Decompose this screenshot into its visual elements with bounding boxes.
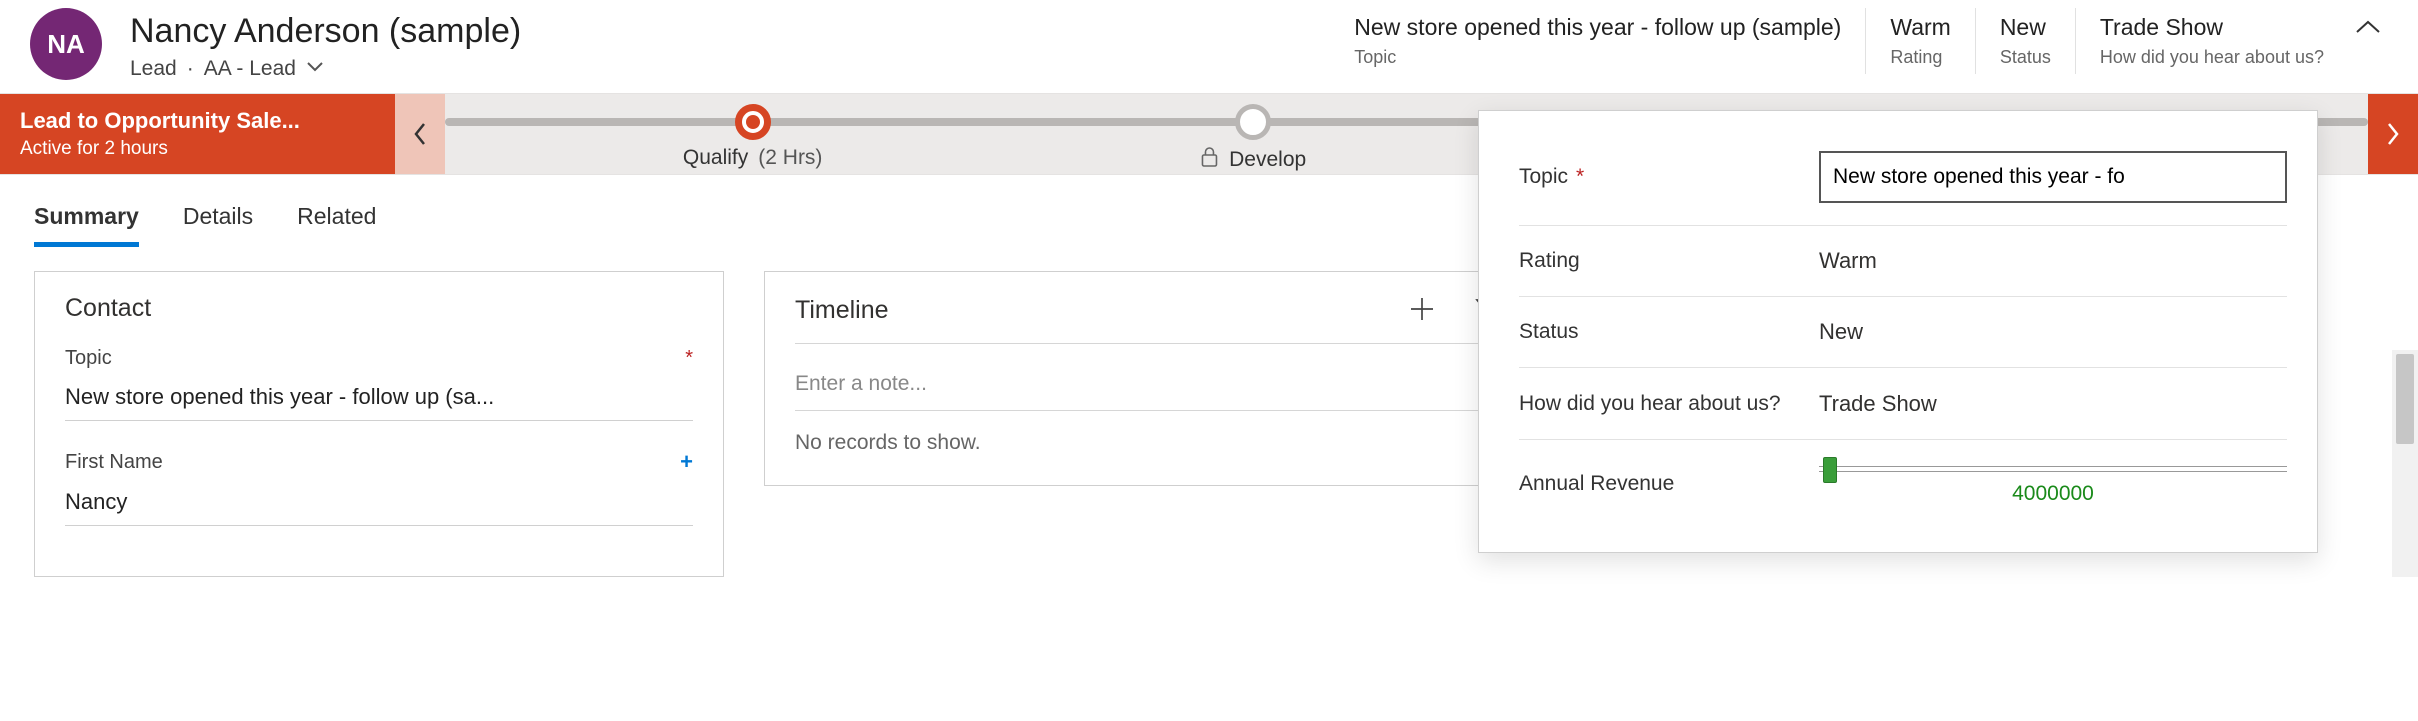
form-name: AA - Lead xyxy=(204,57,296,81)
vertical-scrollbar[interactable] xyxy=(2392,350,2418,577)
timeline-note-input[interactable]: Enter a note... xyxy=(795,344,1503,411)
field-label: Rating xyxy=(1519,249,1580,273)
process-name-cell[interactable]: Lead to Opportunity Sale... Active for 2… xyxy=(0,94,395,174)
flyout-field-annual-revenue[interactable]: Annual Revenue 4000000 xyxy=(1519,440,2287,528)
header-field-source[interactable]: Trade Show How did you hear about us? xyxy=(2075,8,2348,74)
timeline-section: Timeline Enter a note... No records to s… xyxy=(764,271,1534,486)
required-indicator-icon: * xyxy=(685,347,693,370)
section-title: Contact xyxy=(65,294,693,323)
revenue-value: 4000000 xyxy=(1819,482,2287,506)
header-field-label: Status xyxy=(2000,47,2051,68)
stage-name: Develop xyxy=(1229,148,1306,172)
header-field-value: New xyxy=(2000,14,2051,41)
header-field-rating[interactable]: Warm Rating xyxy=(1865,8,1974,74)
stage-label-qualify[interactable]: Qualify (2 Hrs) xyxy=(683,146,823,170)
add-icon[interactable] xyxy=(1407,294,1437,327)
header-field-label: Rating xyxy=(1890,47,1950,68)
field-label: How did you hear about us? xyxy=(1519,390,1781,417)
header-field-status[interactable]: New Status xyxy=(1975,8,2075,74)
field-value[interactable]: Nancy xyxy=(65,489,693,526)
entity-label: Lead xyxy=(130,57,177,81)
separator-dot: · xyxy=(187,57,194,81)
header-field-label: Topic xyxy=(1354,47,1841,68)
flyout-field-topic: Topic * xyxy=(1519,129,2287,226)
field-label: Topic xyxy=(65,347,112,370)
record-subtitle[interactable]: Lead · AA - Lead xyxy=(130,57,521,81)
field-value[interactable]: New store opened this year - follow up (… xyxy=(65,384,693,421)
timeline-empty-text: No records to show. xyxy=(795,411,1503,463)
tab-summary[interactable]: Summary xyxy=(34,203,139,247)
stage-duration: (2 Hrs) xyxy=(758,146,822,170)
process-name: Lead to Opportunity Sale... xyxy=(20,108,375,134)
field-label: Annual Revenue xyxy=(1519,472,1674,496)
field-topic[interactable]: Topic * New store opened this year - fol… xyxy=(65,347,693,421)
avatar: NA xyxy=(30,8,102,80)
chevron-down-icon[interactable] xyxy=(306,60,324,78)
tab-details[interactable]: Details xyxy=(183,203,253,247)
header-field-value: Trade Show xyxy=(2100,14,2324,41)
record-title: Nancy Anderson (sample) xyxy=(130,12,521,51)
header-field-value: New store opened this year - follow up (… xyxy=(1354,14,1841,41)
prev-stage-button[interactable] xyxy=(395,94,445,174)
header-field-topic[interactable]: New store opened this year - follow up (… xyxy=(1330,8,1865,74)
field-label: Status xyxy=(1519,320,1579,344)
stage-dot-qualify[interactable] xyxy=(735,104,771,140)
field-label: Topic xyxy=(1519,165,1568,189)
flyout-field-rating[interactable]: Rating Warm xyxy=(1519,226,2287,297)
field-value: Trade Show xyxy=(1819,391,2287,417)
flyout-field-status[interactable]: Status New xyxy=(1519,297,2287,368)
section-title: Timeline xyxy=(795,296,889,325)
contact-section: Contact Topic * New store opened this ye… xyxy=(34,271,724,577)
collapse-header-button[interactable] xyxy=(2348,8,2388,36)
slider-thumb[interactable] xyxy=(1823,457,1837,483)
stage-name: Qualify xyxy=(683,146,748,170)
recommended-indicator-icon: + xyxy=(680,449,693,475)
scrollbar-thumb[interactable] xyxy=(2396,354,2414,444)
header-field-value: Warm xyxy=(1890,14,1950,41)
tab-related[interactable]: Related xyxy=(297,203,376,247)
flyout-field-source[interactable]: How did you hear about us? Trade Show xyxy=(1519,368,2287,440)
header-flyout-panel: Topic * Rating Warm Status New How did y… xyxy=(1478,110,2318,553)
required-indicator-icon: * xyxy=(1576,165,1584,189)
header-field-label: How did you hear about us? xyxy=(2100,47,2324,68)
field-label: First Name xyxy=(65,451,163,474)
revenue-slider[interactable] xyxy=(1819,466,2287,472)
title-block: Nancy Anderson (sample) Lead · AA - Lead xyxy=(130,8,521,81)
stage-dot-develop[interactable] xyxy=(1235,104,1271,140)
process-active-duration: Active for 2 hours xyxy=(20,138,375,160)
field-value: Warm xyxy=(1819,248,2287,274)
lock-icon xyxy=(1199,146,1219,174)
topic-input[interactable] xyxy=(1819,151,2287,203)
record-header: NA Nancy Anderson (sample) Lead · AA - L… xyxy=(0,0,2418,93)
next-stage-button[interactable] xyxy=(2368,94,2418,174)
stage-label-develop[interactable]: Develop xyxy=(1199,146,1306,174)
field-value: New xyxy=(1819,319,2287,345)
field-first-name[interactable]: First Name + Nancy xyxy=(65,449,693,526)
